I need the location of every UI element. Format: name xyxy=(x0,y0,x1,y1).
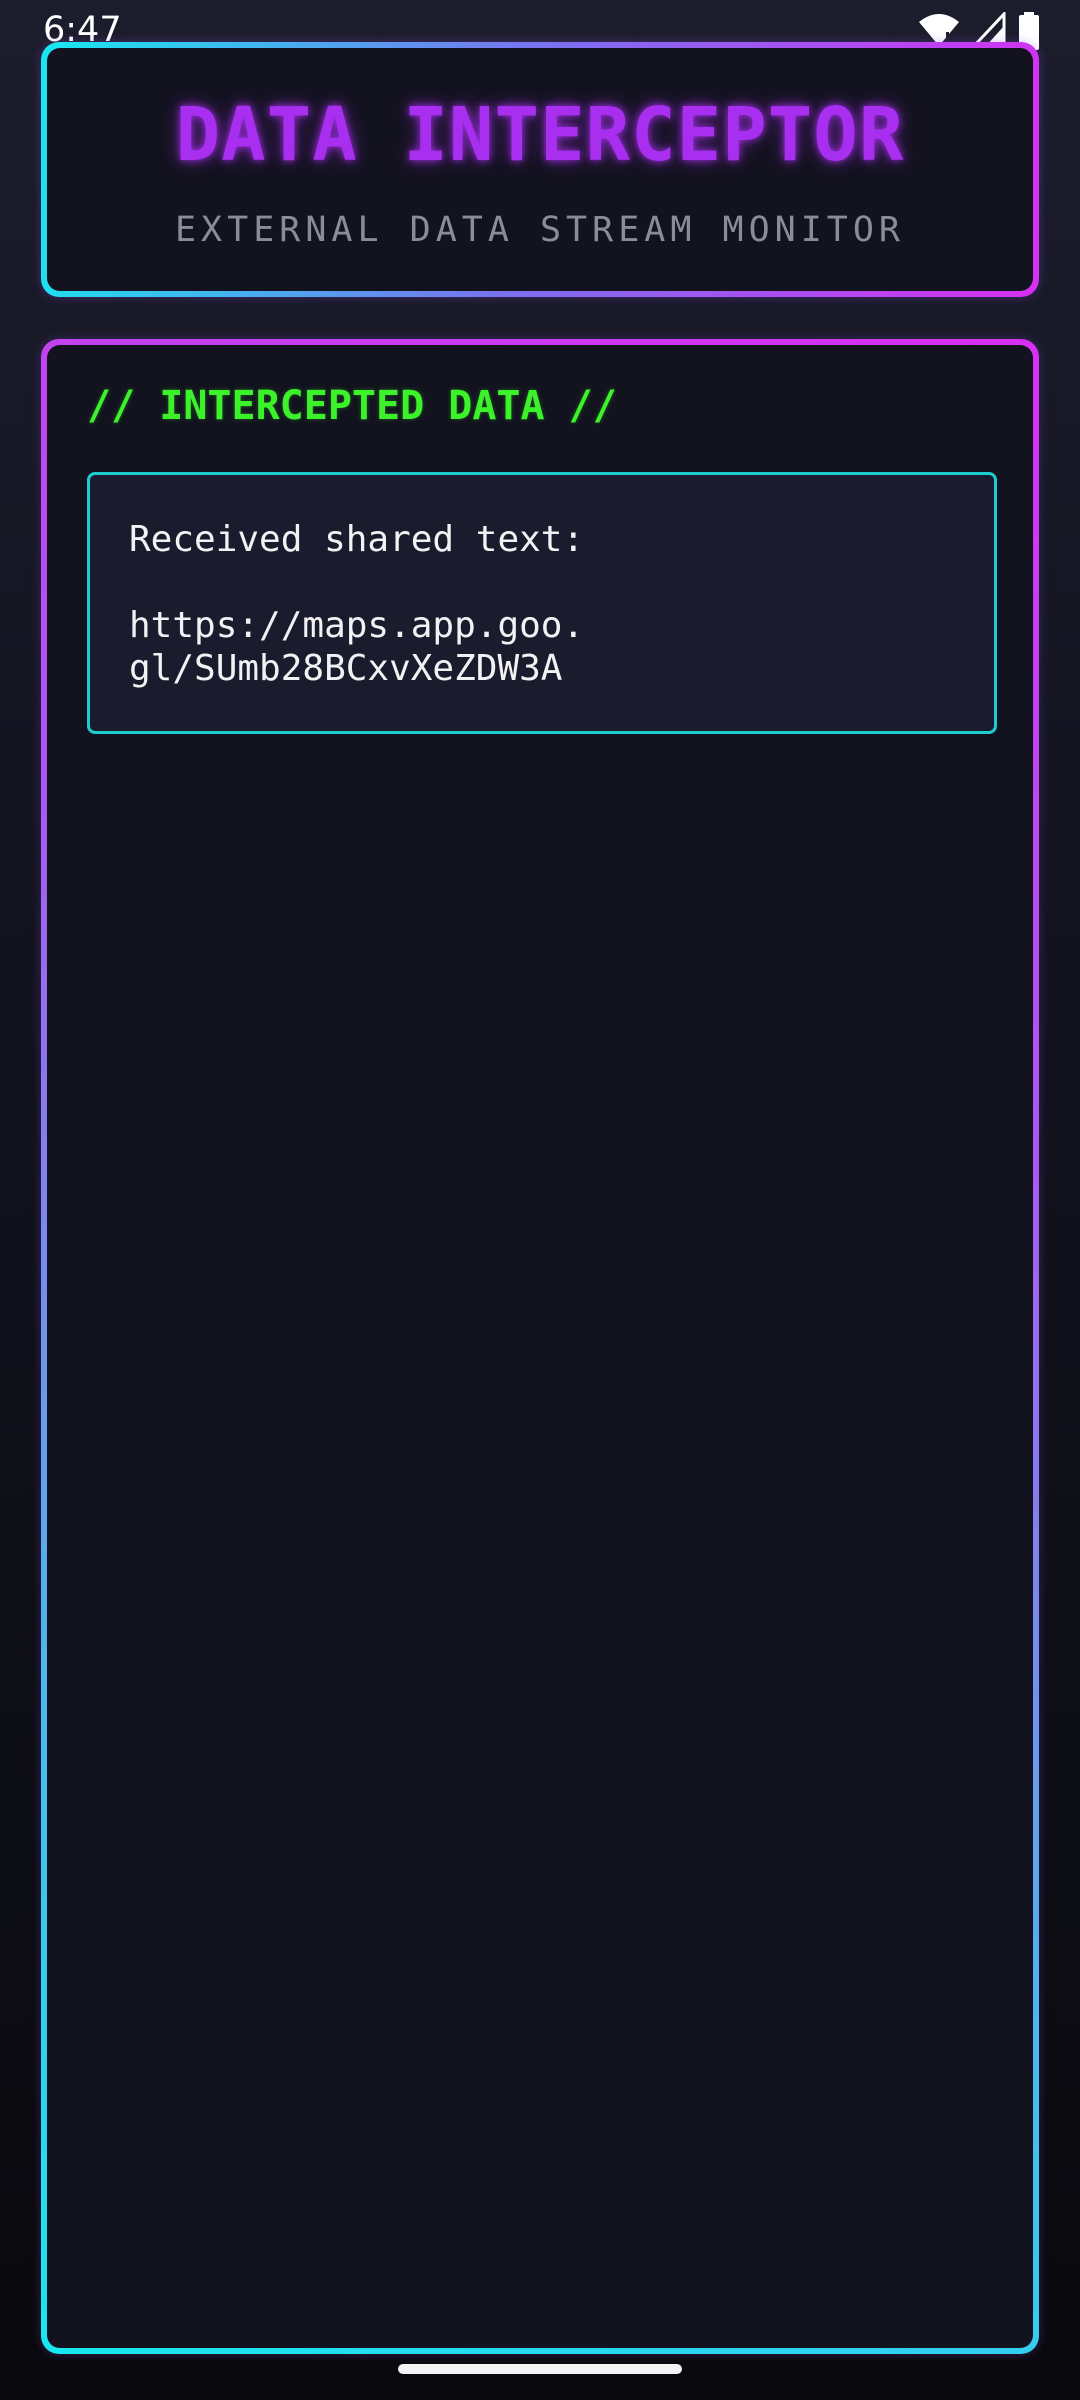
intercepted-data-panel: // INTERCEPTED DATA // Received shared t… xyxy=(41,339,1039,2354)
section-heading: // INTERCEPTED DATA // xyxy=(87,383,617,429)
shared-text-label: Received shared text: xyxy=(129,519,585,560)
gesture-nav-handle[interactable] xyxy=(398,2364,682,2374)
shared-text-card: Received shared text: https://maps.app.g… xyxy=(87,472,997,734)
header-card: DATA INTERCEPTOR EXTERNAL DATA STREAM MO… xyxy=(41,42,1039,297)
header-card-inner: DATA INTERCEPTOR EXTERNAL DATA STREAM MO… xyxy=(47,48,1033,291)
app-title: DATA INTERCEPTOR xyxy=(175,92,905,178)
shared-text-value[interactable]: https://maps.app.goo.gl/SUmb28BCxvXeZDW3… xyxy=(129,604,599,690)
app-subtitle: EXTERNAL DATA STREAM MONITOR xyxy=(174,210,905,250)
intercepted-data-panel-inner: // INTERCEPTED DATA // Received shared t… xyxy=(47,345,1033,2348)
